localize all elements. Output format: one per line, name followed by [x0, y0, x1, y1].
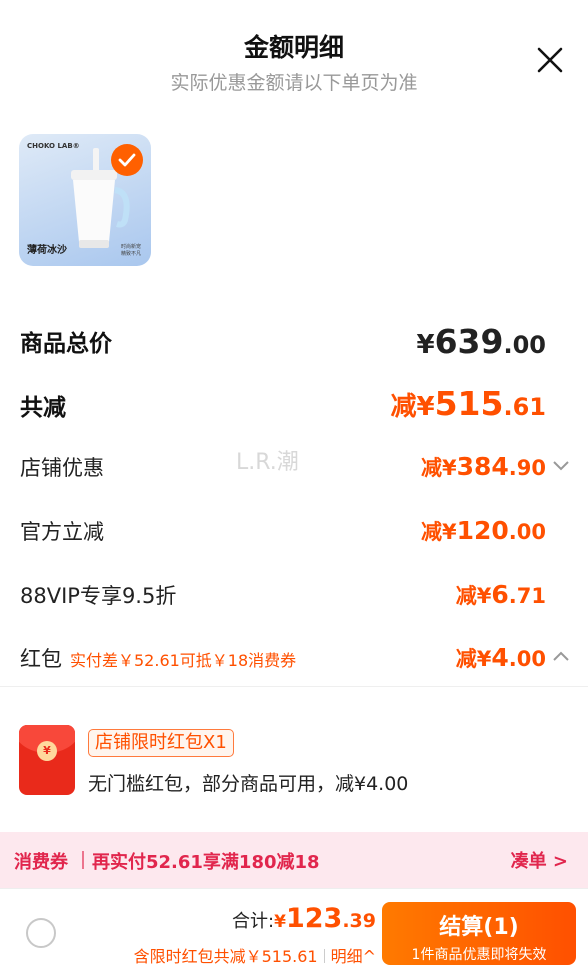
redpack-detail-panel: ¥ 店铺限时红包X1 无门槛红包，部分商品可用，减¥4.00 — [0, 686, 588, 832]
official-discount-label: 官方立减 — [20, 520, 104, 544]
total-discount-amount: 减¥515.61 — [390, 384, 547, 423]
total-line: 合计:¥123.39 — [232, 903, 376, 934]
total-amount: 123 — [285, 903, 343, 934]
red-envelope-icon: ¥ — [19, 725, 75, 795]
redpack-row[interactable]: 红包 实付差￥52.61可抵￥18消费券 减¥4.00 — [0, 641, 588, 675]
vip-discount-amount: 减¥6.71 — [455, 580, 546, 609]
chevron-up-icon[interactable] — [552, 650, 570, 662]
close-icon[interactable] — [534, 44, 566, 76]
consumption-coupon-text: 再实付52.61享满180减18 — [92, 852, 320, 873]
chevron-down-icon[interactable] — [552, 460, 570, 472]
official-discount-amount: 减¥120.00 — [420, 516, 546, 545]
page-subtitle: 实际优惠金额请以下单页为准 — [170, 72, 418, 94]
consumption-coupon-bar[interactable]: 消费券 再实付52.61享满180减18 凑单 > — [0, 832, 588, 888]
total-discount-row: 共减 减¥515.61 — [0, 384, 588, 426]
total-discount-label: 共减 — [20, 395, 66, 421]
selected-check-icon — [111, 144, 143, 176]
total-price-amount: ¥639.00 — [416, 322, 547, 361]
redpack-label: 红包 — [20, 647, 62, 671]
checkout-label: 结算(1) — [439, 915, 519, 940]
vip-discount-label: 88VIP专享9.5折 — [20, 584, 177, 608]
product-thumbnail[interactable]: CHOKO LAB® 薄荷冰沙 时尚新宠 精致不凡 — [19, 134, 151, 266]
official-discount-row: 官方立减 减¥120.00 — [0, 514, 588, 548]
redpack-label-group: 红包 实付差￥52.61可抵￥18消费券 — [20, 643, 296, 673]
product-tag: 时尚新宠 精致不凡 — [121, 244, 142, 257]
discount-summary: 含限时红包共减￥515.61 — [133, 947, 318, 966]
header: 金额明细 实际优惠金额请以下单页为准 — [0, 0, 588, 110]
vip-discount-row: 88VIP专享9.5折 减¥6.71 — [0, 578, 588, 612]
product-caption: 薄荷冰沙 — [27, 245, 67, 256]
checkout-subtext: 1件商品优惠即将失效 — [411, 947, 547, 963]
total-label: 合计: — [232, 911, 275, 932]
total-price-row: 商品总价 ¥639.00 — [0, 322, 588, 362]
add-items-link[interactable]: 凑单 > — [511, 847, 568, 873]
redpack-note: 实付差￥52.61可抵￥18消费券 — [70, 651, 297, 670]
store-discount-row[interactable]: 店铺优惠 减¥384.90 — [0, 450, 588, 484]
consumption-coupon-label: 消费券 — [14, 852, 68, 873]
redpack-amount: 减¥4.00 — [455, 643, 546, 672]
store-discount-label: 店铺优惠 — [20, 456, 104, 480]
checkout-bar: 合计:¥123.39 含限时红包共减￥515.61 明细^ 结算(1) 1件商品优… — [0, 888, 588, 977]
total-price-label: 商品总价 — [20, 331, 112, 357]
coupon-description: 无门槛红包，部分商品可用，减¥4.00 — [88, 773, 409, 795]
coupon-tag: 店铺限时红包X1 — [88, 729, 234, 757]
detail-line: 含限时红包共减￥515.61 明细^ — [134, 943, 376, 967]
store-discount-amount: 减¥384.90 — [420, 452, 546, 481]
page-title: 金额明细 — [243, 33, 344, 62]
divider — [82, 851, 84, 869]
checkout-button[interactable]: 结算(1) 1件商品优惠即将失效 — [382, 902, 576, 965]
detail-link[interactable]: 明细^ — [323, 947, 376, 966]
select-all-radio[interactable] — [26, 918, 56, 948]
